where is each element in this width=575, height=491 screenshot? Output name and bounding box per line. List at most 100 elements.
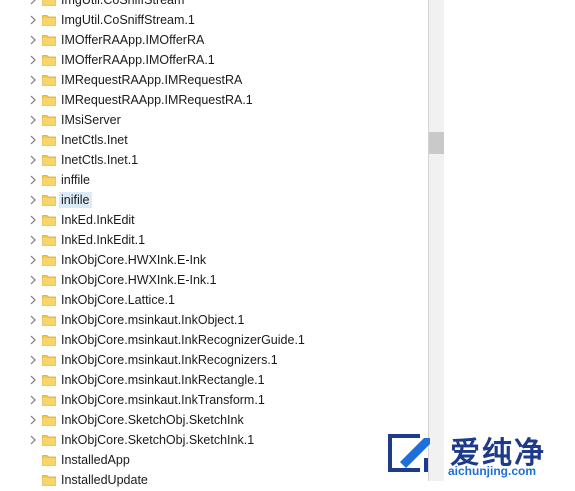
watermark-logo-icon — [388, 434, 430, 472]
tree-item-label: InkObjCore.msinkaut.InkObject.1 — [61, 313, 245, 327]
chevron-right-icon[interactable] — [28, 350, 38, 370]
tree-item-label: IMOfferRAApp.IMOfferRA.1 — [61, 53, 215, 67]
tree-item[interactable]: InkObjCore.msinkaut.InkRectangle.1 — [0, 370, 428, 390]
folder-icon — [42, 173, 56, 186]
tree-item-label: InkObjCore.msinkaut.InkTransform.1 — [61, 393, 265, 407]
tree-item[interactable]: InkEd.InkEdit — [0, 210, 428, 230]
tree-item[interactable]: InkObjCore.HWXInk.E-Ink.1 — [0, 270, 428, 290]
chevron-right-icon[interactable] — [28, 330, 38, 350]
tree-item-label: InetCtls.Inet.1 — [61, 153, 139, 167]
tree-item-label: InkObjCore.Lattice.1 — [61, 293, 175, 307]
chevron-right-icon[interactable] — [28, 210, 38, 230]
chevron-right-icon[interactable] — [28, 50, 38, 70]
tree-item-label: InkObjCore.msinkaut.InkRecognizers.1 — [61, 353, 278, 367]
tree-item-label: IMRequestRAApp.IMRequestRA — [61, 73, 243, 87]
folder-icon — [42, 93, 56, 106]
chevron-right-icon[interactable] — [28, 390, 38, 410]
tree-item-label: InetCtls.Inet — [61, 133, 128, 147]
chevron-right-icon[interactable] — [28, 370, 38, 390]
folder-icon — [42, 473, 56, 486]
tree-item[interactable]: IMRequestRAApp.IMRequestRA — [0, 70, 428, 90]
folder-icon — [42, 453, 56, 466]
chevron-right-icon[interactable] — [28, 110, 38, 130]
tree-item[interactable]: IMRequestRAApp.IMRequestRA.1 — [0, 90, 428, 110]
folder-icon — [42, 373, 56, 386]
chevron-right-icon[interactable] — [28, 70, 38, 90]
values-pane — [444, 0, 575, 481]
tree-item[interactable]: InkObjCore.HWXInk.E-Ink — [0, 250, 428, 270]
tree-item[interactable]: InetCtls.Inet — [0, 130, 428, 150]
folder-icon — [42, 193, 56, 206]
tree-item-label: InstalledUpdate — [61, 473, 148, 487]
chevron-right-icon[interactable] — [28, 250, 38, 270]
tree-item[interactable]: IMsiServer — [0, 110, 428, 130]
folder-icon — [42, 213, 56, 226]
folder-icon — [42, 153, 56, 166]
tree-item-label: ImgUtil.CoSniffStream — [61, 0, 185, 7]
folder-icon — [42, 353, 56, 366]
chevron-right-icon[interactable] — [28, 150, 38, 170]
tree-item[interactable]: ImgUtil.CoSniffStream — [0, 0, 428, 10]
tree-item[interactable]: ImgUtil.CoSniffStream.1 — [0, 10, 428, 30]
tree-item[interactable]: InkObjCore.msinkaut.InkTransform.1 — [0, 390, 428, 410]
watermark: 爱纯净 aichunjing.com — [380, 428, 570, 478]
vertical-scrollbar[interactable] — [429, 0, 444, 481]
tree-item-label: ImgUtil.CoSniffStream.1 — [61, 13, 195, 27]
chevron-right-icon[interactable] — [28, 190, 38, 210]
chevron-right-icon[interactable] — [28, 310, 38, 330]
tree-item[interactable]: IMOfferRAApp.IMOfferRA — [0, 30, 428, 50]
folder-icon — [42, 273, 56, 286]
scrollbar-thumb[interactable] — [429, 132, 444, 154]
tree-item[interactable]: inifile — [0, 190, 428, 210]
chevron-right-icon[interactable] — [28, 270, 38, 290]
chevron-right-icon[interactable] — [28, 0, 38, 10]
folder-icon — [42, 293, 56, 306]
folder-icon — [42, 53, 56, 66]
tree-item[interactable]: InkObjCore.msinkaut.InkRecognizerGuide.1 — [0, 330, 428, 350]
folder-icon — [42, 333, 56, 346]
folder-icon — [42, 313, 56, 326]
chevron-right-icon[interactable] — [28, 290, 38, 310]
folder-icon — [42, 33, 56, 46]
tree-item-label: InkEd.InkEdit — [61, 213, 135, 227]
tree-item-label: InkObjCore.msinkaut.InkRecognizerGuide.1 — [61, 333, 305, 347]
folder-icon — [42, 113, 56, 126]
tree-item[interactable]: InstalledApp — [0, 450, 428, 470]
registry-tree[interactable]: ImgUtil.CoSniffStream ImgUtil.CoSniffStre… — [0, 0, 428, 490]
tree-item[interactable]: InstalledUpdate — [0, 470, 428, 490]
folder-icon — [42, 133, 56, 146]
chevron-right-icon[interactable] — [28, 410, 38, 430]
folder-icon — [42, 433, 56, 446]
tree-item[interactable]: IMOfferRAApp.IMOfferRA.1 — [0, 50, 428, 70]
chevron-right-icon[interactable] — [28, 130, 38, 150]
chevron-right-icon[interactable] — [28, 230, 38, 250]
tree-item-label: InstalledApp — [61, 453, 130, 467]
tree-item-label: InkObjCore.HWXInk.E-Ink — [61, 253, 207, 267]
folder-icon — [42, 413, 56, 426]
chevron-right-icon[interactable] — [28, 90, 38, 110]
tree-item[interactable]: InkObjCore.SketchObj.SketchInk.1 — [0, 430, 428, 450]
tree-item-label: InkEd.InkEdit.1 — [61, 233, 146, 247]
tree-item-label: IMOfferRAApp.IMOfferRA — [61, 33, 205, 47]
tree-item[interactable]: InetCtls.Inet.1 — [0, 150, 428, 170]
tree-item[interactable]: InkObjCore.msinkaut.InkRecognizers.1 — [0, 350, 428, 370]
chevron-right-icon[interactable] — [28, 30, 38, 50]
chevron-right-icon[interactable] — [28, 170, 38, 190]
tree-item-label: InkObjCore.SketchObj.SketchInk.1 — [61, 433, 255, 447]
folder-icon — [42, 0, 56, 6]
tree-item[interactable]: inffile — [0, 170, 428, 190]
folder-icon — [42, 253, 56, 266]
tree-item-label: InkObjCore.SketchObj.SketchInk — [61, 413, 244, 427]
tree-item[interactable]: InkObjCore.Lattice.1 — [0, 290, 428, 310]
watermark-en-text: aichunjing.com — [448, 464, 537, 478]
tree-item[interactable]: InkEd.InkEdit.1 — [0, 230, 428, 250]
tree-item-label: IMRequestRAApp.IMRequestRA.1 — [61, 93, 253, 107]
folder-icon — [42, 393, 56, 406]
chevron-right-icon[interactable] — [28, 430, 38, 450]
folder-icon — [42, 13, 56, 26]
folder-icon — [42, 73, 56, 86]
tree-item[interactable]: InkObjCore.msinkaut.InkObject.1 — [0, 310, 428, 330]
tree-item-label: InkObjCore.HWXInk.E-Ink.1 — [61, 273, 217, 287]
chevron-right-icon[interactable] — [28, 10, 38, 30]
tree-item[interactable]: InkObjCore.SketchObj.SketchInk — [0, 410, 428, 430]
